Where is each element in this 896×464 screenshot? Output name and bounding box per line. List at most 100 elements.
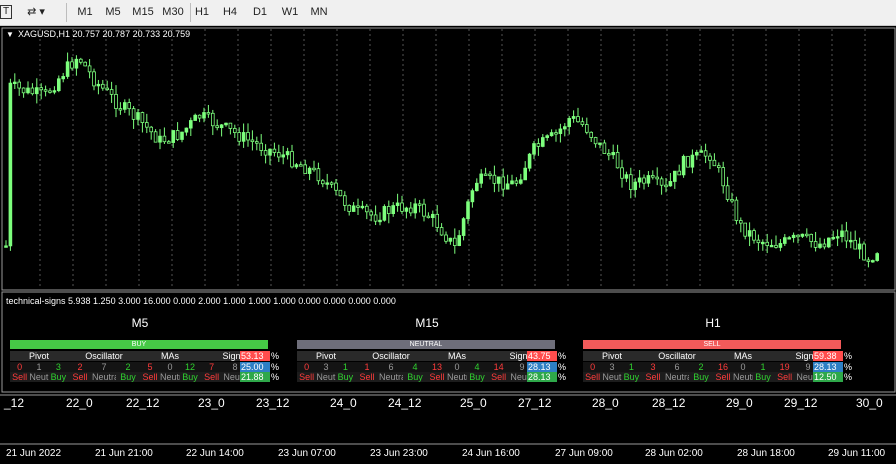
candle-body — [457, 235, 461, 246]
candle-body — [796, 234, 800, 238]
candle-body — [589, 131, 593, 138]
candle-body — [686, 155, 690, 168]
candle-body — [356, 205, 360, 208]
date-label: 29 Jun 11:00 — [828, 448, 886, 459]
candle-body — [259, 142, 263, 151]
candle-body — [413, 203, 417, 214]
candle-body — [827, 237, 831, 248]
candle-body — [576, 116, 580, 123]
candle-body — [809, 233, 813, 242]
chart-tool-icon[interactable]: T — [0, 5, 12, 19]
candle-body — [334, 182, 338, 191]
candle-body — [708, 155, 712, 161]
candle-body — [783, 237, 787, 244]
candle-body — [743, 222, 747, 237]
candle-body — [87, 65, 92, 73]
candle-body — [633, 181, 637, 190]
legend-cell: Buy — [116, 372, 140, 382]
count-cell: 7 — [92, 362, 116, 372]
candle-body — [571, 116, 576, 119]
candle-body — [470, 190, 475, 203]
candle-body — [237, 132, 242, 142]
legend-cell: Sell — [140, 372, 160, 382]
candle-body — [307, 167, 312, 174]
timeframe-m30-button[interactable]: M30 — [160, 3, 186, 22]
candle-body — [140, 112, 145, 123]
candle-body — [871, 260, 875, 263]
legend-cell: Buy — [335, 372, 355, 382]
candle-body — [21, 87, 26, 94]
candle-body — [725, 185, 730, 200]
candle-body — [105, 87, 110, 91]
symbol-dropdown-icon[interactable]: ▼ — [6, 30, 14, 39]
candle-body — [778, 243, 783, 248]
candle-body — [435, 213, 439, 228]
candle-body — [492, 174, 497, 184]
objects-dropdown-icon[interactable]: ⇄ ▾ — [22, 3, 50, 22]
candle-body — [479, 173, 483, 184]
candle-body — [699, 150, 703, 153]
count-cell: 3 — [48, 362, 68, 372]
timeframe-mn-button[interactable]: MN — [308, 3, 330, 22]
legend-cell: Buy — [48, 372, 68, 382]
candle-body — [404, 207, 409, 212]
count-cell: 4 — [403, 362, 427, 372]
candle-body — [158, 135, 162, 143]
candle-body — [175, 130, 180, 140]
custom-time-label: 25_0 — [460, 396, 487, 410]
timeframe-m5-button[interactable]: M5 — [102, 3, 124, 22]
timeframe-m15-button[interactable]: M15 — [130, 3, 156, 22]
candle-body — [228, 122, 233, 129]
count-cell: 6 — [665, 362, 689, 372]
candle-body — [254, 141, 259, 144]
candle-body — [83, 61, 88, 67]
timeframe-h1-button[interactable]: H1 — [192, 3, 212, 22]
candle-body — [756, 239, 761, 244]
column-header: Pivot — [297, 351, 355, 361]
candle-body — [215, 125, 220, 129]
timeframe-m1-button[interactable]: M1 — [74, 3, 96, 22]
candle-body — [43, 89, 48, 92]
candle-body — [57, 78, 61, 92]
toolbar-separator — [66, 3, 67, 22]
candle-body — [65, 61, 70, 77]
count-cell: 1 — [335, 362, 355, 372]
timeframe-h4-button[interactable]: H4 — [220, 3, 240, 22]
candle-body — [144, 122, 149, 128]
candle-body — [567, 118, 571, 128]
toolbar-separator — [190, 3, 191, 22]
candle-body — [536, 143, 541, 147]
chart-window[interactable]: ▼ XAGUSD,H1 20.757 20.787 20.733 20.759 … — [0, 26, 896, 464]
candle-body — [791, 234, 796, 239]
percent-cell: 12.50 — [813, 372, 843, 382]
candle-body — [17, 81, 21, 89]
date-label: 21 Jun 21:00 — [95, 448, 153, 459]
candle-body — [35, 87, 39, 95]
legend-cell: Neutral — [447, 372, 467, 382]
candle-body — [127, 102, 132, 110]
percent-sign: % — [844, 372, 853, 382]
candle-body — [118, 108, 123, 111]
candle-body — [695, 151, 699, 156]
timeframe-d1-button[interactable]: D1 — [250, 3, 270, 22]
percent-sign: % — [558, 361, 567, 372]
legend-cell: Neutral — [733, 372, 753, 382]
candle-body — [580, 121, 585, 125]
count-cell: 1 — [621, 362, 641, 372]
percent-cell: 25.00 — [240, 361, 270, 372]
candle-body — [180, 131, 184, 140]
candle-body — [866, 259, 871, 262]
candle-body — [483, 173, 488, 176]
date-label: 21 Jun 2022 — [6, 448, 62, 459]
candle-body — [765, 241, 769, 246]
column-header: Pivot — [10, 351, 68, 361]
count-cell: 4 — [467, 362, 487, 372]
count-cell: 14 — [487, 362, 511, 372]
candle-body — [281, 154, 285, 158]
legend-cell: Buy — [621, 372, 641, 382]
legend-cell: Buy — [467, 372, 487, 382]
timeframe-w1-button[interactable]: W1 — [280, 3, 300, 22]
candle-body — [844, 230, 849, 242]
candle-body — [510, 180, 514, 185]
candle-body — [585, 124, 589, 133]
